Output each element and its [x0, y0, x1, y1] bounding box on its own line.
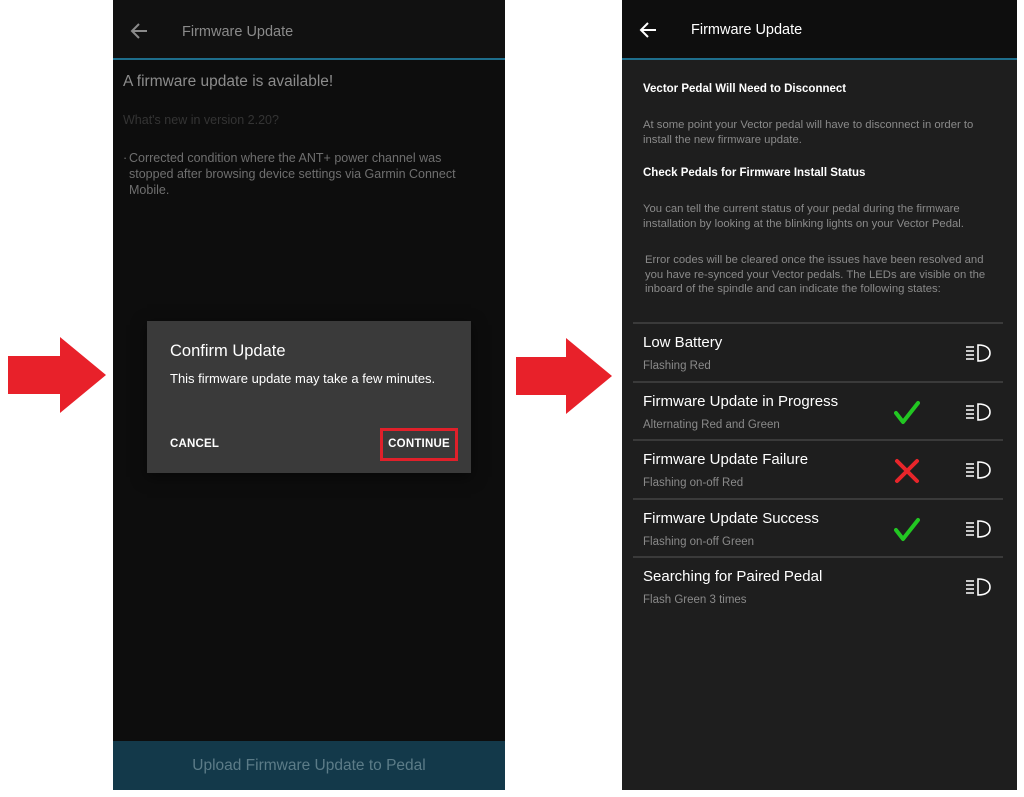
- phone-screen-confirm-update: Firmware Update A firmware update is ava…: [113, 0, 505, 790]
- status-row-update-in-progress: Firmware Update in Progress Alternating …: [633, 380, 1003, 440]
- led-light-icon: [965, 402, 993, 422]
- status-description: Flash Green 3 times: [643, 594, 747, 606]
- page-title: Firmware Update: [691, 22, 803, 38]
- red-right-arrow-icon: [516, 338, 612, 414]
- back-arrow-icon[interactable]: [129, 20, 151, 42]
- page-title: Firmware Update: [182, 24, 294, 40]
- phone-screen-install-status: Firmware Update Vector Pedal Will Need t…: [622, 0, 1017, 790]
- red-x-icon: [894, 458, 920, 484]
- whats-new-link[interactable]: What's new in version 2.20?: [123, 113, 279, 127]
- error-codes-text: Error codes will be cleared once the iss…: [645, 254, 986, 295]
- cancel-button[interactable]: CANCEL: [170, 438, 219, 450]
- status-name: Searching for Paired Pedal: [643, 568, 823, 585]
- bullet-mark: ·: [123, 151, 128, 165]
- dialog-title: Confirm Update: [170, 342, 286, 360]
- led-status-list: Low Battery Flashing Red Firmware Update…: [633, 322, 1003, 615]
- dialog-message: This firmware update may take a few minu…: [170, 371, 436, 386]
- release-notes: · Corrected condition where the ANT+ pow…: [123, 150, 483, 198]
- status-row-searching-paired-pedal: Searching for Paired Pedal Flash Green 3…: [633, 556, 1003, 615]
- status-section-body: You can tell the current status of your …: [643, 203, 964, 230]
- status-section-title: Check Pedals for Firmware Install Status: [643, 167, 866, 179]
- status-description: Flashing on-off Red: [643, 477, 744, 489]
- status-description: Flashing Red: [643, 360, 711, 372]
- status-name: Firmware Update Failure: [643, 451, 809, 468]
- status-row-update-failure: Firmware Update Failure Flashing on-off …: [633, 439, 1003, 498]
- status-description: Alternating Red and Green: [643, 418, 780, 431]
- app-header: Firmware Update: [113, 0, 505, 60]
- green-check-icon: [894, 517, 920, 543]
- upload-firmware-button[interactable]: Upload Firmware Update to Pedal: [113, 741, 505, 790]
- update-available-heading: A firmware update is available!: [123, 73, 334, 90]
- continue-button[interactable]: CONTINUE: [380, 428, 458, 461]
- release-note-item: Corrected condition where the ANT+ power…: [129, 151, 456, 197]
- disconnect-section-body: At some point your Vector pedal will hav…: [643, 119, 974, 146]
- led-light-icon: [965, 519, 993, 539]
- status-name: Firmware Update in Progress: [643, 392, 839, 410]
- led-light-icon: [965, 460, 993, 480]
- led-light-icon: [965, 343, 993, 363]
- status-row-low-battery: Low Battery Flashing Red: [633, 322, 1003, 381]
- confirm-update-dialog: Confirm Update This firmware update may …: [147, 321, 471, 473]
- disconnect-section-title: Vector Pedal Will Need to Disconnect: [643, 83, 847, 95]
- back-arrow-icon[interactable]: [638, 19, 660, 41]
- status-row-update-success: Firmware Update Success Flashing on-off …: [633, 497, 1003, 557]
- red-right-arrow-icon: [8, 337, 106, 413]
- screenshot-canvas: Firmware Update A firmware update is ava…: [0, 0, 1024, 797]
- status-description: Flashing on-off Green: [643, 535, 755, 548]
- status-name: Firmware Update Success: [643, 509, 819, 527]
- green-check-icon: [894, 400, 920, 426]
- status-name: Low Battery: [643, 334, 723, 351]
- led-light-icon: [965, 577, 993, 597]
- app-header: Firmware Update: [622, 0, 1017, 60]
